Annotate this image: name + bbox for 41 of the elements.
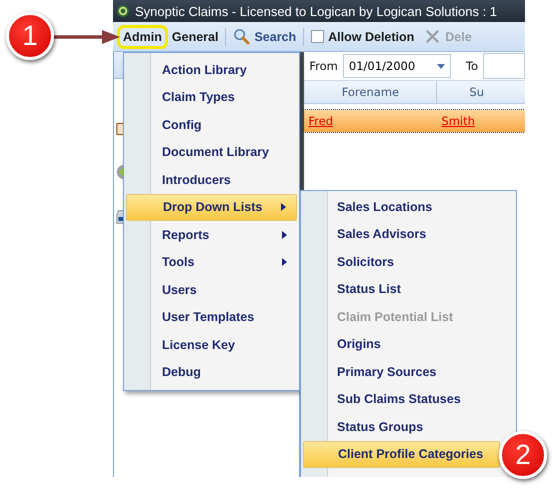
to-label: To [466, 59, 478, 73]
menu-item[interactable]: Sales Advisors [303, 220, 500, 248]
menu-item[interactable]: Reports [126, 221, 297, 248]
menu-item[interactable]: Sub Claims Statuses [303, 386, 500, 413]
menu-button[interactable]: General [168, 28, 222, 46]
close-icon [424, 28, 442, 45]
menu-item[interactable]: Primary Sources [303, 358, 500, 386]
menu-item[interactable]: Sales Locations [303, 193, 500, 220]
checkbox[interactable] [311, 30, 324, 43]
menu-item[interactable]: Drop Down Lists [126, 194, 297, 221]
from-label: From [309, 59, 338, 73]
column-header[interactable]: Forename [304, 81, 438, 103]
from-date-field[interactable]: 01/01/2000 [342, 54, 451, 78]
search-button[interactable]: Search [230, 26, 300, 47]
step-number-badge: 1 [6, 12, 54, 60]
menu-item[interactable]: User Templates [126, 304, 297, 331]
menu-item[interactable]: License Key [126, 331, 297, 358]
menu-item[interactable]: Claim Types [126, 84, 297, 111]
column-header[interactable]: Su [437, 81, 484, 103]
search-icon [233, 28, 250, 45]
menu-item[interactable]: Origins [303, 330, 500, 358]
menu-item[interactable]: Status List [303, 276, 500, 303]
menu-item[interactable]: Tools [126, 248, 297, 276]
window-title: Synoptic Claims - Licensed to Logican by Logican Solutions : 1 [135, 4, 498, 18]
menu-item[interactable]: Client Profile Categories [303, 440, 500, 468]
menu-item[interactable]: Introducers [126, 166, 297, 194]
menu-item[interactable]: Debug [126, 358, 297, 386]
menu-item[interactable]: Users [126, 276, 297, 304]
dropdown-arrow-icon [436, 64, 445, 68]
menu-item[interactable]: Solicitors [303, 248, 500, 276]
step-number-badge: 2 [499, 431, 547, 479]
menu-button[interactable]: Admin [120, 28, 165, 46]
arrow-drawing [52, 29, 122, 45]
menu-item[interactable]: Status Groups [303, 413, 500, 440]
to-date-field[interactable] [483, 53, 525, 79]
checkbox-label: Allow Deletion [328, 30, 414, 44]
menu-item[interactable]: Config [126, 111, 297, 138]
allow-deletion-checkbox[interactable]: Allow Deletion [308, 28, 418, 46]
menu-item[interactable]: Action Library [126, 56, 297, 84]
app-logo-icon [116, 4, 130, 18]
menu-item[interactable]: Document Library [126, 138, 297, 166]
